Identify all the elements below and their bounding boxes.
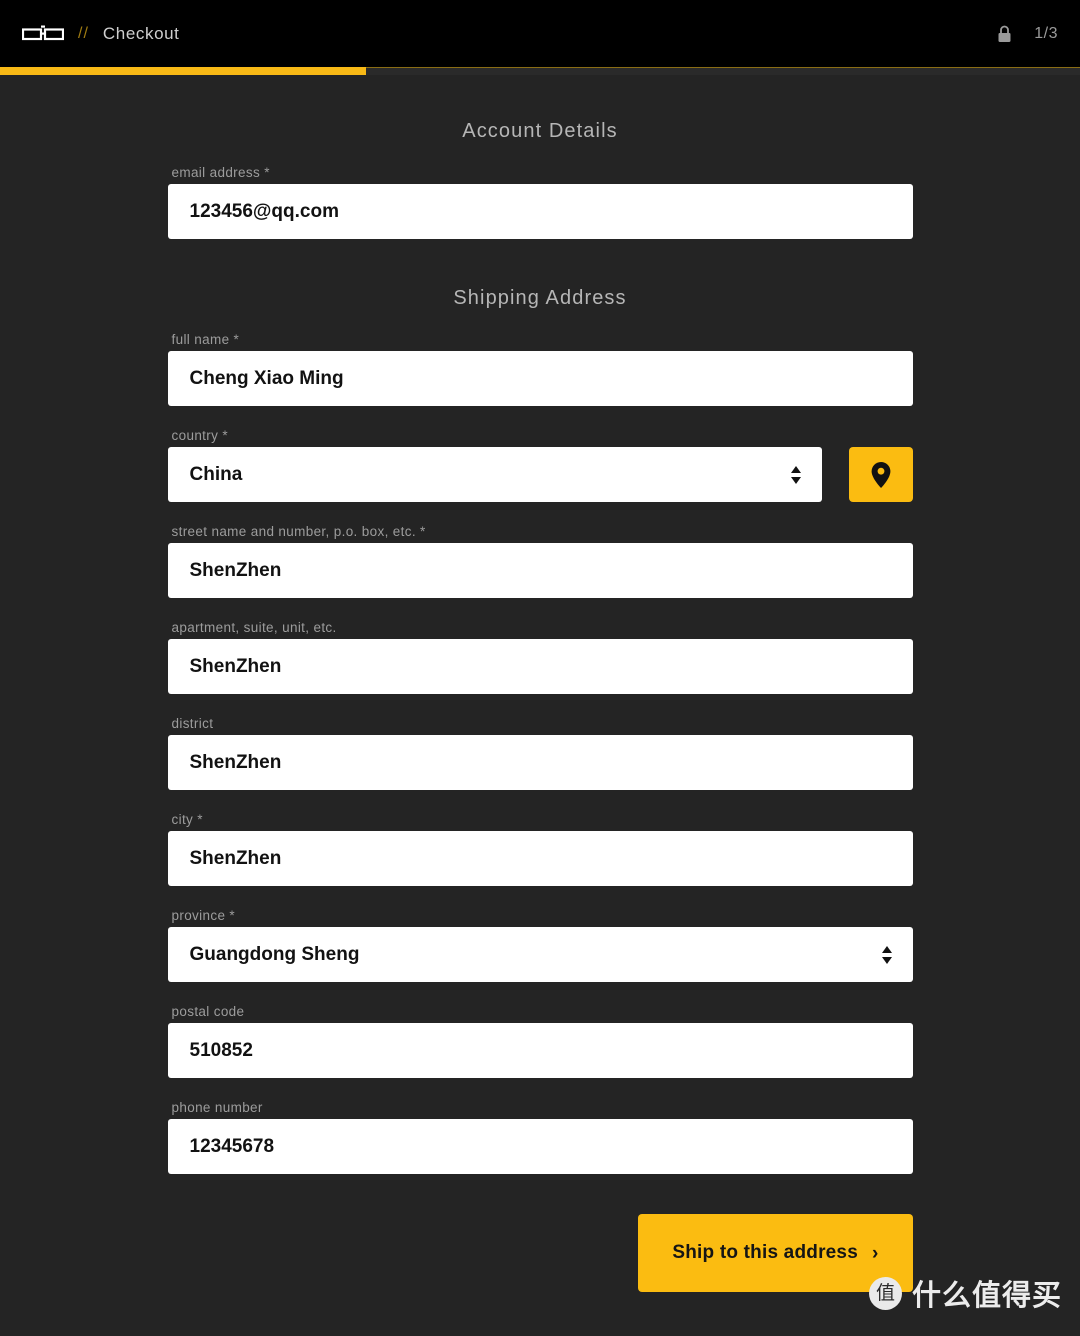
- control-row-postal-code: 510852: [167, 1023, 913, 1078]
- section-title-shipping: Shipping Address: [453, 287, 627, 309]
- apartment-input[interactable]: ShenZhen: [167, 639, 913, 694]
- label-phone: phone number: [171, 1100, 263, 1115]
- label-city: city *: [171, 812, 203, 827]
- province-select-value[interactable]: Guangdong Sheng: [167, 927, 913, 982]
- city-input[interactable]: ShenZhen: [167, 831, 913, 886]
- page-indicator: 1/3: [1034, 24, 1058, 42]
- email-input[interactable]: 123456@qq.com: [167, 184, 913, 239]
- brand-block[interactable]: // Checkout: [22, 24, 180, 44]
- field-email: email address * 123456@qq.com: [167, 165, 913, 239]
- chevron-right-icon: ›: [871, 1242, 879, 1264]
- control-row-full-name: Cheng Xiao Ming: [167, 351, 913, 406]
- label-province: province *: [171, 908, 236, 923]
- field-phone: phone number 12345678: [167, 1100, 913, 1174]
- field-province: province * Guangdong Sheng: [167, 908, 913, 982]
- phone-input[interactable]: 12345678: [167, 1119, 913, 1174]
- control-row-country: China: [167, 447, 913, 502]
- label-country: country *: [171, 428, 228, 443]
- smzdm-watermark: 值 什么值得买: [868, 1272, 1062, 1314]
- label-email: email address *: [171, 165, 270, 180]
- top-header: // Checkout 1/3: [0, 0, 1080, 67]
- lock-icon: [997, 25, 1012, 43]
- smzdm-watermark-text: 什么值得买: [911, 1278, 1062, 1312]
- control-row-street: ShenZhen: [167, 543, 913, 598]
- control-row-city: ShenZhen: [167, 831, 913, 886]
- checkout-progress-bar: [0, 67, 1080, 75]
- field-city: city * ShenZhen: [167, 812, 913, 886]
- map-pin-button[interactable]: [848, 447, 913, 502]
- field-postal-code: postal code 510852: [167, 1004, 913, 1078]
- breadcrumb: Checkout: [102, 23, 180, 43]
- control-row-province: Guangdong Sheng: [167, 927, 913, 982]
- control-row-phone: 12345678: [167, 1119, 913, 1174]
- progress-fill: [0, 67, 367, 75]
- label-full-name: full name *: [171, 332, 240, 347]
- postal-code-input[interactable]: 510852: [167, 1023, 913, 1078]
- submit-row: Ship to this address ›: [168, 1214, 913, 1292]
- control-row-district: ShenZhen: [167, 735, 913, 790]
- label-postal-code: postal code: [171, 1004, 245, 1019]
- field-country: country * China: [167, 428, 913, 502]
- label-street: street name and number, p.o. box, etc. *: [171, 524, 426, 539]
- checkout-form: Account Details email address * 123456@q…: [167, 75, 913, 1292]
- country-select-value[interactable]: China: [167, 447, 822, 502]
- district-input[interactable]: ShenZhen: [167, 735, 913, 790]
- field-street: street name and number, p.o. box, etc. *…: [167, 524, 913, 598]
- field-full-name: full name * Cheng Xiao Ming: [167, 332, 913, 406]
- label-apartment: apartment, suite, unit, etc.: [171, 620, 337, 635]
- header-right-group: 1/3: [997, 25, 1058, 43]
- province-select[interactable]: Guangdong Sheng: [167, 927, 913, 982]
- db-logo[interactable]: [22, 24, 64, 44]
- field-district: district ShenZhen: [167, 716, 913, 790]
- label-district: district: [171, 716, 214, 731]
- breadcrumb-separator: //: [78, 24, 89, 42]
- country-select[interactable]: China: [167, 447, 822, 502]
- full-name-input[interactable]: Cheng Xiao Ming: [167, 351, 913, 406]
- map-pin-icon: [870, 461, 892, 489]
- section-title-account: Account Details: [462, 120, 618, 142]
- submit-button-label: Ship to this address: [672, 1242, 858, 1263]
- control-row-apartment: ShenZhen: [167, 639, 913, 694]
- field-apartment: apartment, suite, unit, etc. ShenZhen: [167, 620, 913, 694]
- smzdm-badge-icon: 值: [868, 1276, 902, 1310]
- control-row-email: 123456@qq.com: [167, 184, 913, 239]
- street-input[interactable]: ShenZhen: [167, 543, 913, 598]
